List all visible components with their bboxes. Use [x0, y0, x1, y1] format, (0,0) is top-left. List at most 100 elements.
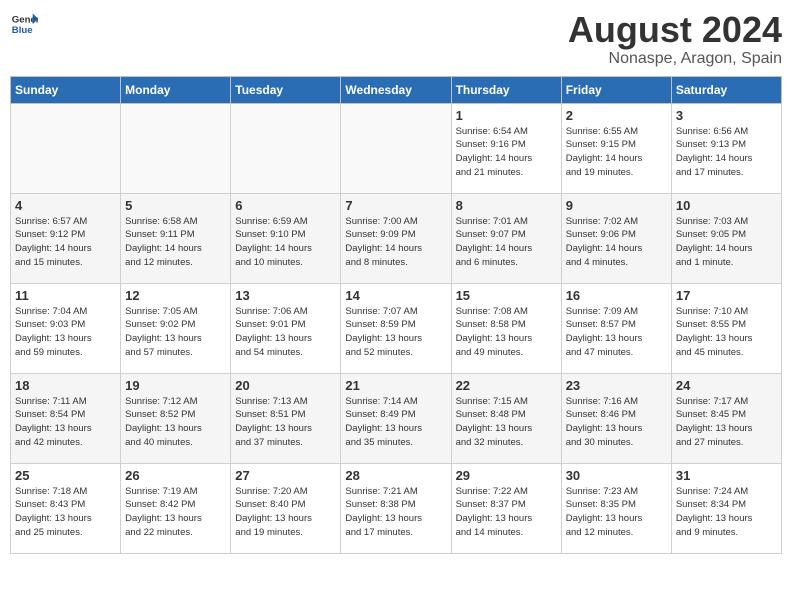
weekday-header-friday: Friday [561, 76, 671, 103]
day-number: 29 [456, 468, 557, 483]
day-info: Sunrise: 7:14 AM Sunset: 8:49 PM Dayligh… [345, 395, 446, 450]
calendar-cell: 1 Sunrise: 6:54 AM Sunset: 9:16 PM Daylig… [451, 103, 561, 193]
day-number: 23 [566, 378, 667, 393]
calendar-week-1: 1 Sunrise: 6:54 AM Sunset: 9:16 PM Daylig… [11, 103, 782, 193]
day-number: 19 [125, 378, 226, 393]
calendar-cell: 23 Sunrise: 7:16 AM Sunset: 8:46 PM Dayli… [561, 373, 671, 463]
day-number: 7 [345, 198, 446, 213]
day-info: Sunrise: 7:22 AM Sunset: 8:37 PM Dayligh… [456, 485, 557, 540]
calendar-cell: 12Sunrise: 7:05 AM Sunset: 9:02 PM Dayli… [121, 283, 231, 373]
day-number: 16 [566, 288, 667, 303]
day-number: 13 [235, 288, 336, 303]
calendar-cell [121, 103, 231, 193]
calendar-cell: 13 Sunrise: 7:06 AM Sunset: 9:01 PM Dayli… [231, 283, 341, 373]
day-number: 14 [345, 288, 446, 303]
day-info: Sunrise: 7:20 AM Sunset: 8:40 PM Dayligh… [235, 485, 336, 540]
calendar-cell: 6 Sunrise: 6:59 AM Sunset: 9:10 PM Daylig… [231, 193, 341, 283]
day-number: 2 [566, 108, 667, 123]
calendar-week-2: 4 Sunrise: 6:57 AM Sunset: 9:12 PM Daylig… [11, 193, 782, 283]
weekday-header-tuesday: Tuesday [231, 76, 341, 103]
day-number: 30 [566, 468, 667, 483]
day-number: 17 [676, 288, 777, 303]
day-info: Sunrise: 6:54 AM Sunset: 9:16 PM Dayligh… [456, 125, 557, 180]
calendar-cell: 31 Sunrise: 7:24 AM Sunset: 8:34 PM Dayli… [671, 463, 781, 553]
day-info: Sunrise: 7:23 AM Sunset: 8:35 PM Dayligh… [566, 485, 667, 540]
calendar-cell: 9 Sunrise: 7:02 AM Sunset: 9:06 PM Daylig… [561, 193, 671, 283]
calendar-cell: 24 Sunrise: 7:17 AM Sunset: 8:45 PM Dayli… [671, 373, 781, 463]
day-number: 31 [676, 468, 777, 483]
calendar-cell: 17 Sunrise: 7:10 AM Sunset: 8:55 PM Dayli… [671, 283, 781, 373]
calendar-cell: 10Sunrise: 7:03 AM Sunset: 9:05 PM Dayli… [671, 193, 781, 283]
day-info: Sunrise: 7:15 AM Sunset: 8:48 PM Dayligh… [456, 395, 557, 450]
day-info: Sunrise: 7:21 AM Sunset: 8:38 PM Dayligh… [345, 485, 446, 540]
day-info: Sunrise: 7:13 AM Sunset: 8:51 PM Dayligh… [235, 395, 336, 450]
calendar-cell: 25Sunrise: 7:18 AM Sunset: 8:43 PM Dayli… [11, 463, 121, 553]
calendar-cell: 29 Sunrise: 7:22 AM Sunset: 8:37 PM Dayli… [451, 463, 561, 553]
day-info: Sunrise: 7:24 AM Sunset: 8:34 PM Dayligh… [676, 485, 777, 540]
weekday-header-saturday: Saturday [671, 76, 781, 103]
day-info: Sunrise: 7:06 AM Sunset: 9:01 PM Dayligh… [235, 305, 336, 360]
day-info: Sunrise: 6:57 AM Sunset: 9:12 PM Dayligh… [15, 215, 116, 270]
day-number: 25 [15, 468, 116, 483]
calendar-cell: 5Sunrise: 6:58 AM Sunset: 9:11 PM Daylig… [121, 193, 231, 283]
calendar-cell: 22Sunrise: 7:15 AM Sunset: 8:48 PM Dayli… [451, 373, 561, 463]
calendar-cell [231, 103, 341, 193]
day-info: Sunrise: 7:01 AM Sunset: 9:07 PM Dayligh… [456, 215, 557, 270]
day-info: Sunrise: 7:17 AM Sunset: 8:45 PM Dayligh… [676, 395, 777, 450]
day-number: 4 [15, 198, 116, 213]
calendar-week-5: 25Sunrise: 7:18 AM Sunset: 8:43 PM Dayli… [11, 463, 782, 553]
day-number: 21 [345, 378, 446, 393]
calendar-cell: 11Sunrise: 7:04 AM Sunset: 9:03 PM Dayli… [11, 283, 121, 373]
day-info: Sunrise: 6:58 AM Sunset: 9:11 PM Dayligh… [125, 215, 226, 270]
calendar-table: SundayMondayTuesdayWednesdayThursdayFrid… [10, 76, 782, 554]
calendar-cell: 30 Sunrise: 7:23 AM Sunset: 8:35 PM Dayli… [561, 463, 671, 553]
day-number: 20 [235, 378, 336, 393]
day-info: Sunrise: 7:11 AM Sunset: 8:54 PM Dayligh… [15, 395, 116, 450]
day-info: Sunrise: 7:12 AM Sunset: 8:52 PM Dayligh… [125, 395, 226, 450]
day-number: 11 [15, 288, 116, 303]
calendar-cell [11, 103, 121, 193]
day-info: Sunrise: 7:05 AM Sunset: 9:02 PM Dayligh… [125, 305, 226, 360]
calendar-cell: 28Sunrise: 7:21 AM Sunset: 8:38 PM Dayli… [341, 463, 451, 553]
day-number: 10 [676, 198, 777, 213]
day-number: 6 [235, 198, 336, 213]
day-info: Sunrise: 7:07 AM Sunset: 8:59 PM Dayligh… [345, 305, 446, 360]
calendar-cell: 19 Sunrise: 7:12 AM Sunset: 8:52 PM Dayli… [121, 373, 231, 463]
day-number: 1 [456, 108, 557, 123]
calendar-cell: 21 Sunrise: 7:14 AM Sunset: 8:49 PM Dayli… [341, 373, 451, 463]
day-number: 27 [235, 468, 336, 483]
day-number: 18 [15, 378, 116, 393]
calendar-week-4: 18 Sunrise: 7:11 AM Sunset: 8:54 PM Dayli… [11, 373, 782, 463]
day-number: 8 [456, 198, 557, 213]
calendar-cell: 16 Sunrise: 7:09 AM Sunset: 8:57 PM Dayli… [561, 283, 671, 373]
day-info: Sunrise: 7:02 AM Sunset: 9:06 PM Dayligh… [566, 215, 667, 270]
svg-text:Blue: Blue [12, 25, 33, 36]
calendar-cell: 3 Sunrise: 6:56 AM Sunset: 9:13 PM Daylig… [671, 103, 781, 193]
calendar-cell: 14 Sunrise: 7:07 AM Sunset: 8:59 PM Dayli… [341, 283, 451, 373]
day-number: 24 [676, 378, 777, 393]
weekday-header-wednesday: Wednesday [341, 76, 451, 103]
calendar-cell: 4 Sunrise: 6:57 AM Sunset: 9:12 PM Daylig… [11, 193, 121, 283]
weekday-header-monday: Monday [121, 76, 231, 103]
day-info: Sunrise: 7:10 AM Sunset: 8:55 PM Dayligh… [676, 305, 777, 360]
calendar-cell: 20 Sunrise: 7:13 AM Sunset: 8:51 PM Dayli… [231, 373, 341, 463]
weekday-header-thursday: Thursday [451, 76, 561, 103]
day-info: Sunrise: 7:08 AM Sunset: 8:58 PM Dayligh… [456, 305, 557, 360]
weekday-header-sunday: Sunday [11, 76, 121, 103]
calendar-cell: 7 Sunrise: 7:00 AM Sunset: 9:09 PM Daylig… [341, 193, 451, 283]
month-year: August 2024 [568, 10, 782, 50]
day-info: Sunrise: 7:19 AM Sunset: 8:42 PM Dayligh… [125, 485, 226, 540]
day-info: Sunrise: 6:59 AM Sunset: 9:10 PM Dayligh… [235, 215, 336, 270]
title-area: August 2024 Nonaspe, Aragon, Spain [568, 10, 782, 68]
calendar-cell: 18 Sunrise: 7:11 AM Sunset: 8:54 PM Dayli… [11, 373, 121, 463]
calendar-week-3: 11Sunrise: 7:04 AM Sunset: 9:03 PM Dayli… [11, 283, 782, 373]
logo-icon: General Blue [10, 10, 38, 38]
day-info: Sunrise: 7:16 AM Sunset: 8:46 PM Dayligh… [566, 395, 667, 450]
day-number: 3 [676, 108, 777, 123]
day-info: Sunrise: 6:56 AM Sunset: 9:13 PM Dayligh… [676, 125, 777, 180]
day-info: Sunrise: 6:55 AM Sunset: 9:15 PM Dayligh… [566, 125, 667, 180]
calendar-cell: 26Sunrise: 7:19 AM Sunset: 8:42 PM Dayli… [121, 463, 231, 553]
day-info: Sunrise: 7:00 AM Sunset: 9:09 PM Dayligh… [345, 215, 446, 270]
day-info: Sunrise: 7:09 AM Sunset: 8:57 PM Dayligh… [566, 305, 667, 360]
day-number: 9 [566, 198, 667, 213]
